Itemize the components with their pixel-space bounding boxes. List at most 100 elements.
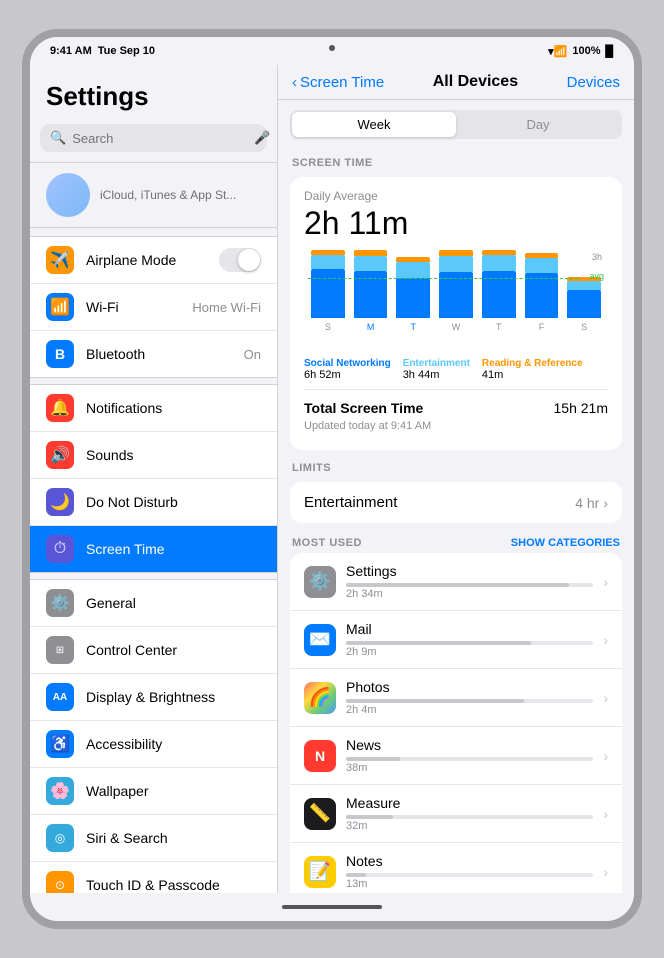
- most-used-header: MOST USED SHOW CATEGORIES: [278, 527, 634, 553]
- most-used-label: MOST USED: [292, 537, 362, 549]
- general-icon: ⚙️: [46, 589, 74, 617]
- app-row-photos[interactable]: 🌈 Photos 2h 4m ›: [290, 669, 622, 727]
- sidebar-item-wifi[interactable]: 📶 Wi-Fi Home Wi-Fi: [30, 284, 277, 331]
- app-row-settings[interactable]: ⚙️ Settings 2h 34m ›: [290, 553, 622, 611]
- sidebar-item-controlcenter[interactable]: ⊞ Control Center: [30, 627, 277, 674]
- bar-wednesday: W: [436, 250, 476, 332]
- sidebar-item-sounds[interactable]: 🔊 Sounds: [30, 432, 277, 479]
- limits-entertainment-right: 4 hr ›: [575, 495, 608, 511]
- tab-day[interactable]: Day: [456, 112, 620, 137]
- app-list: ⚙️ Settings 2h 34m › ✉️ Mail 2h 9m: [290, 553, 622, 893]
- wallpaper-label: Wallpaper: [86, 783, 261, 799]
- airplane-toggle[interactable]: [219, 248, 261, 272]
- sidebar-item-accessibility[interactable]: ♿ Accessibility: [30, 721, 277, 768]
- sidebar-item-touchid[interactable]: ⊙ Touch ID & Passcode: [30, 862, 277, 893]
- bar-label-s2: S: [581, 322, 587, 332]
- mic-icon: 🎤: [254, 130, 270, 146]
- avatar: [46, 173, 90, 217]
- touchid-icon: ⊙: [46, 871, 74, 893]
- app-name-mail: Mail: [346, 621, 593, 637]
- app-name-measure: Measure: [346, 795, 593, 811]
- status-bar: 9:41 AM Tue Sep 10 ▾📶 100% ▉: [30, 37, 634, 65]
- chart-bars: S M: [304, 252, 608, 332]
- wallpaper-icon: 🌸: [46, 777, 74, 805]
- nav-bar: ‹ Screen Time All Devices Devices: [278, 65, 634, 100]
- legend-ent-label: Entertainment: [403, 358, 470, 369]
- controlcenter-label: Control Center: [86, 642, 261, 658]
- airplane-icon: ✈️: [46, 246, 74, 274]
- home-bar: [30, 893, 634, 921]
- app-name-settings: Settings: [346, 563, 593, 579]
- sidebar-item-displaybrightness[interactable]: AA Display & Brightness: [30, 674, 277, 721]
- app-bar-mail: [346, 641, 593, 645]
- app-time-notes: 13m: [346, 878, 593, 890]
- chart-area: 3h S: [304, 252, 608, 352]
- limits-chevron-icon: ›: [603, 495, 608, 511]
- sidebar-item-airplane[interactable]: ✈️ Airplane Mode: [30, 237, 277, 284]
- siri-icon: ◎: [46, 824, 74, 852]
- sidebar-item-notifications[interactable]: 🔔 Notifications: [30, 385, 277, 432]
- app-icon-photos: 🌈: [304, 682, 336, 714]
- nav-back-label: Screen Time: [300, 74, 384, 91]
- bar-label-s1: S: [325, 322, 331, 332]
- screentime-section-header: SCREEN TIME: [278, 149, 634, 173]
- app-icon-measure: 📏: [304, 798, 336, 830]
- show-categories-button[interactable]: SHOW CATEGORIES: [511, 537, 620, 549]
- sidebar-item-sirisearch[interactable]: ◎ Siri & Search: [30, 815, 277, 862]
- display-icon: AA: [46, 683, 74, 711]
- bluetooth-label: Bluetooth: [86, 346, 232, 362]
- limits-section-header: LIMITS: [278, 454, 634, 478]
- bar-label-t2: T: [496, 322, 502, 332]
- sidebar-section-general: ⚙️ General ⊞ Control Center AA Display &…: [30, 579, 277, 893]
- screentime-label: Screen Time: [86, 541, 261, 557]
- app-chevron-settings: ›: [603, 574, 608, 590]
- sidebar-item-general[interactable]: ⚙️ General: [30, 580, 277, 627]
- donotdisturb-icon: 🌙: [46, 488, 74, 516]
- nav-back-button[interactable]: ‹ Screen Time: [292, 74, 384, 91]
- updated-text: Updated today at 9:41 AM: [304, 418, 608, 438]
- legend-social-value: 6h 52m: [304, 369, 391, 381]
- bar-thursday: T: [479, 250, 519, 332]
- sidebar-section-connectivity: ✈️ Airplane Mode 📶 Wi-Fi Home Wi-Fi B Bl…: [30, 236, 277, 378]
- app-info-mail: Mail 2h 9m: [346, 621, 593, 658]
- legend-read-value: 41m: [482, 369, 583, 381]
- bar-tuesday: T: [393, 250, 433, 332]
- legend-social-label: Social Networking: [304, 358, 391, 369]
- app-icon-mail: ✉️: [304, 624, 336, 656]
- total-label: Total Screen Time: [304, 400, 423, 416]
- bar-friday: F: [522, 250, 562, 332]
- account-row[interactable]: iCloud, iTunes & App St...: [30, 162, 277, 228]
- accessibility-icon: ♿: [46, 730, 74, 758]
- status-date: Tue Sep 10: [98, 45, 155, 57]
- controlcenter-icon: ⊞: [46, 636, 74, 664]
- app-name-news: News: [346, 737, 593, 753]
- app-row-measure[interactable]: 📏 Measure 32m ›: [290, 785, 622, 843]
- tab-week[interactable]: Week: [292, 112, 456, 137]
- wifi-label: Wi-Fi: [86, 299, 180, 315]
- sidebar-item-bluetooth[interactable]: B Bluetooth On: [30, 331, 277, 377]
- app-time-photos: 2h 4m: [346, 704, 593, 716]
- bluetooth-icon: B: [46, 340, 74, 368]
- legend-ent-value: 3h 44m: [403, 369, 470, 381]
- limits-card: Entertainment 4 hr ›: [290, 482, 622, 523]
- sidebar-item-donotdisturb[interactable]: 🌙 Do Not Disturb: [30, 479, 277, 526]
- app-time-settings: 2h 34m: [346, 588, 593, 600]
- general-label: General: [86, 595, 261, 611]
- app-row-notes[interactable]: 📝 Notes 13m ›: [290, 843, 622, 893]
- wifi-value: Home Wi-Fi: [192, 300, 261, 315]
- search-input[interactable]: [72, 131, 248, 146]
- sounds-icon: 🔊: [46, 441, 74, 469]
- sidebar-item-wallpaper[interactable]: 🌸 Wallpaper: [30, 768, 277, 815]
- sidebar-item-screentime[interactable]: ⏱ Screen Time: [30, 526, 277, 572]
- search-bar[interactable]: 🔍 🎤: [40, 124, 267, 152]
- chevron-left-icon: ‹: [292, 74, 297, 91]
- nav-right-button[interactable]: Devices: [567, 74, 620, 91]
- legend-reading: Reading & Reference 41m: [482, 358, 583, 381]
- limits-entertainment-name: Entertainment: [304, 494, 397, 511]
- home-indicator[interactable]: [282, 905, 382, 909]
- app-row-mail[interactable]: ✉️ Mail 2h 9m ›: [290, 611, 622, 669]
- app-bar-notes: [346, 873, 593, 877]
- app-row-news[interactable]: N News 38m ›: [290, 727, 622, 785]
- limits-row-entertainment[interactable]: Entertainment 4 hr ›: [290, 482, 622, 523]
- notifications-label: Notifications: [86, 400, 261, 416]
